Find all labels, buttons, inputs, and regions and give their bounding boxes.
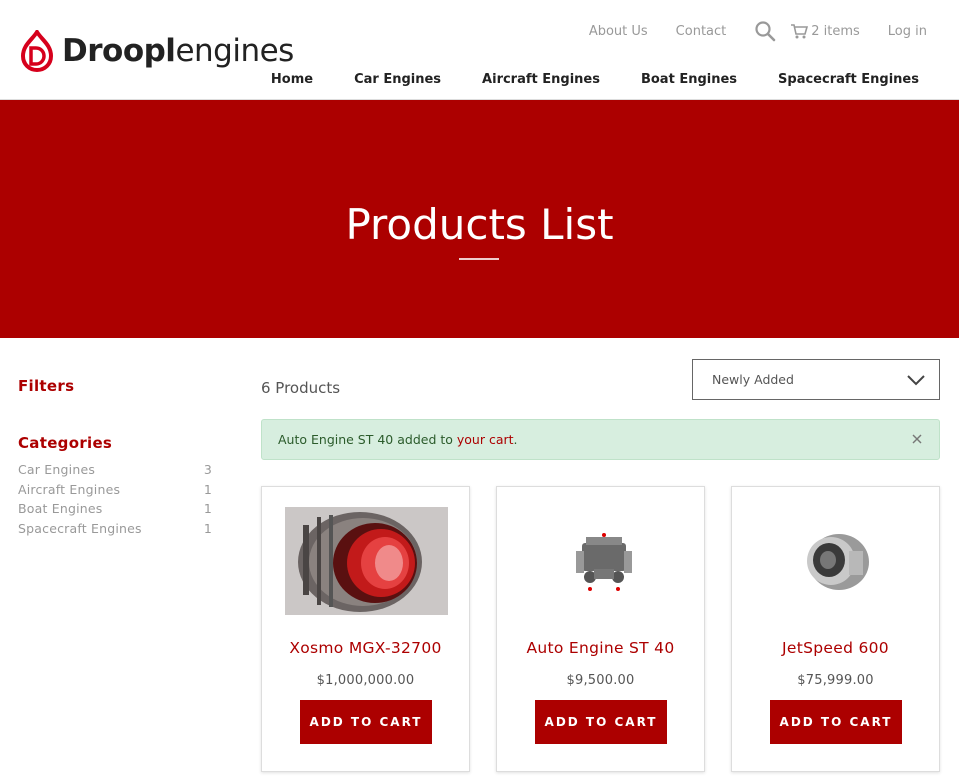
- product-card: JetSpeed 600 $75,999.00 ADD TO CART: [731, 486, 940, 772]
- logo-text: Drooplengines: [62, 30, 294, 72]
- close-icon[interactable]: [910, 432, 924, 446]
- droplet-logo-icon: [20, 30, 54, 72]
- product-count: 6 Products: [261, 379, 341, 397]
- alert-message: Auto Engine ST 40 added to your cart.: [278, 432, 518, 447]
- nav-item-boat-engines[interactable]: Boat Engines: [641, 72, 737, 87]
- contact-link[interactable]: Contact: [676, 24, 727, 39]
- category-name: Aircraft Engines: [18, 481, 121, 497]
- product-name[interactable]: Xosmo MGX-32700: [262, 639, 469, 657]
- main-nav: Home Car Engines Aircraft Engines Boat E…: [271, 72, 919, 87]
- categories-heading: Categories: [18, 434, 113, 452]
- cart-count: 2 items: [811, 23, 860, 39]
- product-name[interactable]: Auto Engine ST 40: [497, 639, 704, 657]
- category-count: 1: [203, 501, 212, 516]
- nav-item-aircraft-engines[interactable]: Aircraft Engines: [482, 72, 600, 87]
- alert-text-end: .: [513, 432, 518, 447]
- category-item-spacecraft-engines[interactable]: Spacecraft Engines 1: [18, 519, 212, 539]
- product-image-turbine-engine[interactable]: [755, 507, 918, 615]
- product-name[interactable]: JetSpeed 600: [732, 639, 939, 657]
- add-to-cart-button[interactable]: ADD TO CART: [770, 700, 902, 744]
- site-header: Drooplengines About Us Contact 2 items L…: [0, 0, 959, 100]
- login-link[interactable]: Log in: [888, 24, 927, 39]
- nav-item-home[interactable]: Home: [271, 72, 313, 87]
- category-name: Spacecraft Engines: [18, 520, 142, 536]
- logo-text-light: engines: [175, 33, 294, 69]
- cart-alert: Auto Engine ST 40 added to your cart.: [261, 419, 940, 460]
- add-to-cart-button[interactable]: ADD TO CART: [535, 700, 667, 744]
- alert-text: Auto Engine ST 40 added to: [278, 432, 457, 447]
- cart-icon: [791, 24, 809, 39]
- utility-nav: About Us Contact 2 items Log in: [589, 20, 927, 42]
- cart-link[interactable]: 2 items: [790, 22, 860, 40]
- category-item-aircraft-engines[interactable]: Aircraft Engines 1: [18, 480, 212, 500]
- add-to-cart-button[interactable]: ADD TO CART: [300, 700, 432, 744]
- filters-heading: Filters: [18, 377, 75, 395]
- category-count: 1: [203, 481, 212, 497]
- product-price: $75,999.00: [797, 673, 874, 688]
- hero-banner: Products List: [0, 100, 959, 338]
- alert-cart-link[interactable]: your cart: [457, 432, 514, 447]
- category-list: Car Engines 3 Aircraft Engines 1 Boat En…: [18, 460, 212, 538]
- about-link[interactable]: About Us: [589, 24, 648, 39]
- title-underline: [459, 258, 499, 260]
- category-count: 1: [203, 520, 212, 536]
- nav-item-car-engines[interactable]: Car Engines: [354, 72, 441, 87]
- category-name: Car Engines: [18, 462, 96, 477]
- logo-text-bold: Droopl: [62, 33, 176, 69]
- nav-item-spacecraft-engines[interactable]: Spacecraft Engines: [778, 72, 919, 87]
- logo[interactable]: Drooplengines: [18, 30, 294, 72]
- page-title: Products List: [345, 200, 614, 249]
- search-icon[interactable]: [754, 20, 776, 42]
- product-card: Xosmo MGX-32700 $1,000,000.00 ADD TO CAR…: [261, 486, 470, 772]
- product-price: $9,500.00: [566, 673, 635, 688]
- category-count: 3: [203, 462, 212, 477]
- sort-selected-value: Newly Added: [712, 372, 794, 387]
- product-price: $1,000,000.00: [316, 673, 415, 688]
- category-item-car-engines[interactable]: Car Engines 3: [18, 460, 212, 480]
- category-name: Boat Engines: [18, 501, 103, 516]
- category-item-boat-engines[interactable]: Boat Engines 1: [18, 499, 212, 519]
- product-image-car-engine[interactable]: [520, 507, 683, 615]
- product-image-jet-engine[interactable]: [285, 507, 448, 615]
- product-card: Auto Engine ST 40 $9,500.00 ADD TO CART: [496, 486, 705, 772]
- sort-dropdown[interactable]: Newly Added: [692, 359, 940, 400]
- chevron-down-icon: [907, 375, 925, 386]
